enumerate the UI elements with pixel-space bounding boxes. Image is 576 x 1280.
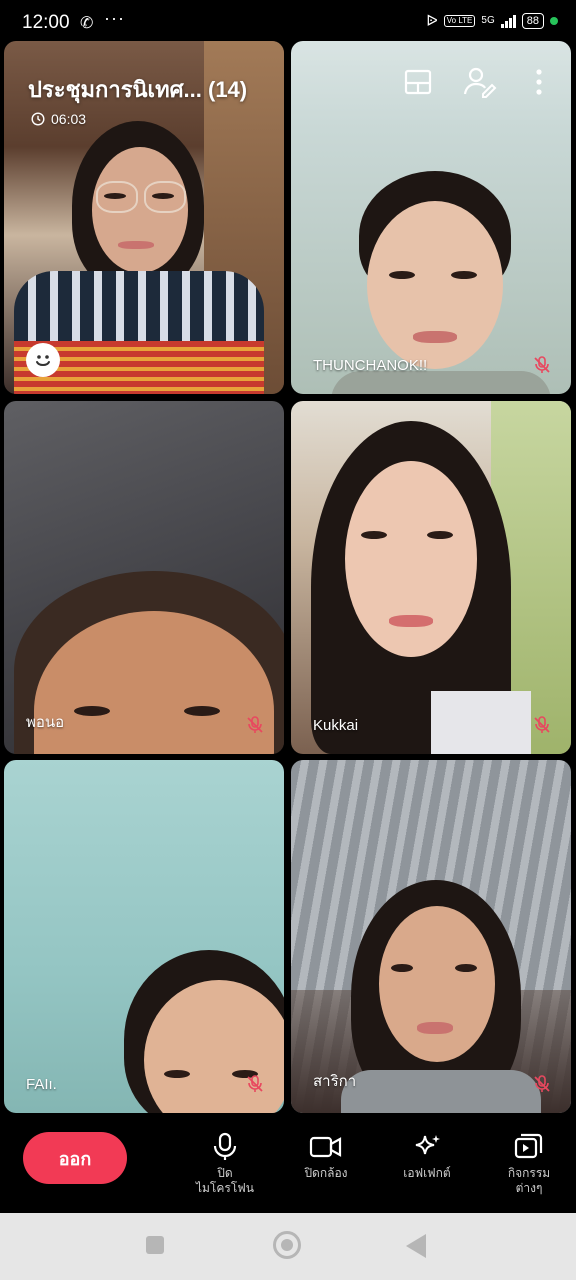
meeting-timer: 06:03 (31, 111, 86, 127)
activities-label-1: กิจกรรม (507, 1166, 551, 1180)
volte-badge: Vo LTE (443, 15, 476, 27)
activities-icon (514, 1133, 543, 1159)
privacy-indicator (550, 17, 558, 25)
participant-name: THUNCHANOK!! (313, 357, 428, 374)
effects-button[interactable]: เอฟเฟกต์ (382, 1132, 472, 1181)
participant-tile[interactable]: FAIı. (4, 760, 284, 1113)
sparkle-icon (415, 1135, 440, 1155)
reaction-button[interactable] (26, 343, 60, 377)
smiley-icon (36, 355, 50, 366)
signal-icon (500, 14, 516, 28)
mic-muted-icon (247, 1075, 263, 1092)
recent-apps-button[interactable] (146, 1236, 164, 1254)
leave-button[interactable]: ออก (23, 1132, 127, 1184)
phone-icon: ✆ (80, 15, 94, 32)
participant-name: พอนอ (26, 714, 65, 731)
camera-off-label: ปิดกล้อง (304, 1166, 348, 1180)
system-nav-bar (0, 1213, 576, 1280)
mic-muted-icon (247, 716, 263, 733)
battery-icon: 88 (521, 13, 544, 29)
effects-label: เอฟเฟกต์ (403, 1166, 451, 1180)
participant-name: FAIı. (26, 1076, 57, 1093)
call-controls: ออก ปิด ไมโครโฟน ปิดกล้อง เอฟเฟกต์ กิจกร… (0, 1114, 576, 1213)
mic-muted-icon (534, 1075, 550, 1092)
more-options-icon[interactable] (530, 64, 548, 100)
bluetooth-icon: ᐉ (426, 13, 438, 30)
participant-tile[interactable]: Kukkai (291, 401, 571, 754)
participant-tile[interactable]: สาริกา (291, 760, 571, 1113)
camera-off-button[interactable]: ปิดกล้อง (281, 1132, 371, 1181)
participant-video (14, 121, 264, 394)
status-icons: ᐉ Vo LTE 5G 88 (426, 12, 558, 30)
meeting-duration: 06:03 (51, 111, 87, 127)
participant-tile[interactable]: พอนอ (4, 401, 284, 754)
activities-button[interactable]: กิจกรรม ต่างๆ (484, 1132, 574, 1196)
mic-muted-icon (534, 716, 550, 733)
clock: 12:00 (22, 12, 70, 33)
microphone-icon (213, 1132, 237, 1160)
video-camera-icon (309, 1136, 342, 1158)
mute-mic-button[interactable]: ปิด ไมโครโฟน (180, 1132, 270, 1196)
participant-video (311, 421, 531, 754)
layout-icon[interactable] (404, 64, 432, 100)
back-button[interactable] (406, 1234, 426, 1258)
participant-video (341, 880, 541, 1113)
mute-mic-label-2: ไมโครโฟน (195, 1181, 254, 1195)
participants-icon[interactable] (463, 64, 497, 100)
participant-name: สาริกา (313, 1073, 357, 1090)
meeting-title: ประชุมการนิเทศ... (14) (28, 77, 248, 102)
home-button[interactable] (273, 1231, 301, 1259)
activities-label-2: ต่างๆ (515, 1181, 543, 1195)
status-bar: 12:00 ✆ ··· ᐉ Vo LTE 5G 88 (0, 0, 576, 44)
participant-name: Kukkai (313, 717, 359, 734)
mute-mic-label-1: ปิด (217, 1166, 233, 1180)
mic-muted-icon (534, 356, 550, 373)
network-type: 5G (481, 15, 495, 26)
more-notifications-icon: ··· (104, 8, 125, 28)
clock-icon (31, 112, 45, 126)
